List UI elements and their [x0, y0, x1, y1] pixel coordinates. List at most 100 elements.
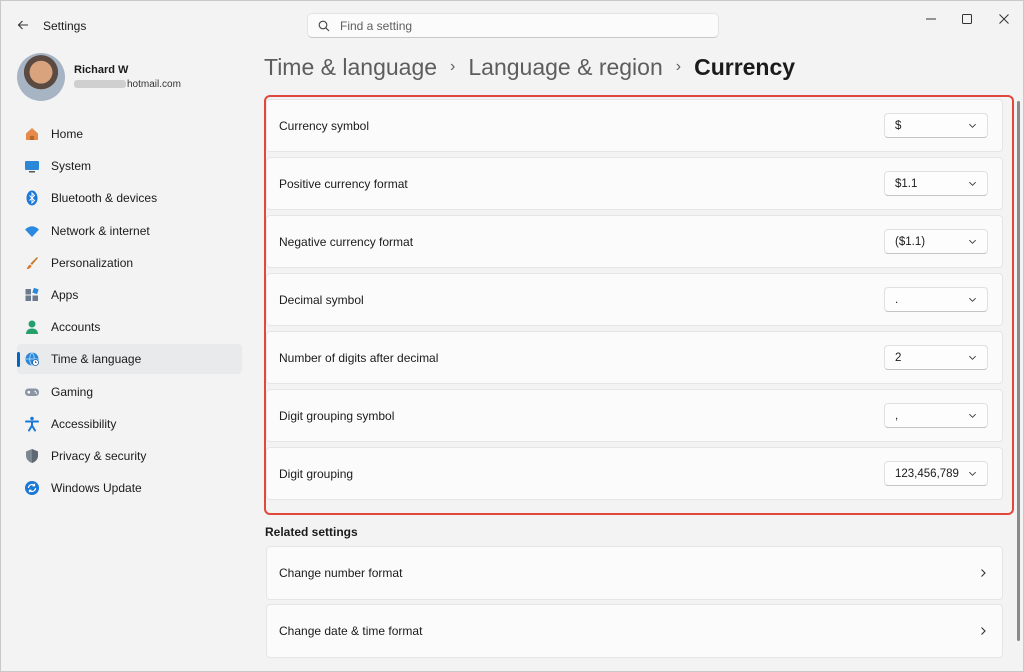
- sidebar-item-label: Privacy & security: [51, 448, 147, 463]
- scrollbar[interactable]: [1017, 101, 1020, 641]
- digit-grouping-dropdown[interactable]: 123,456,789: [884, 461, 988, 486]
- sidebar-item-network[interactable]: Network & internet: [17, 216, 242, 246]
- sidebar-item-time-language[interactable]: Time & language: [17, 344, 242, 375]
- redacted-email-part: [74, 80, 126, 89]
- sidebar-item-personalization[interactable]: Personalization: [17, 248, 242, 278]
- brush-icon: [24, 255, 40, 271]
- sidebar-item-apps[interactable]: Apps: [17, 280, 242, 310]
- dropdown-value: ($1.1): [895, 235, 926, 248]
- digits-after-decimal-dropdown[interactable]: 2: [884, 345, 988, 370]
- chevron-down-icon: [969, 355, 976, 360]
- accessibility-icon: [24, 416, 40, 432]
- back-button[interactable]: [11, 13, 35, 37]
- settings-window: Settings Richard W hotmail.com Home: [0, 0, 1024, 672]
- back-arrow-icon: [17, 20, 28, 30]
- chevron-down-icon: [969, 123, 976, 128]
- dropdown-value: $: [895, 119, 902, 132]
- profile-email-domain: hotmail.com: [127, 79, 181, 90]
- related-change-date-time-format[interactable]: Change date & time format: [266, 604, 1003, 658]
- sidebar-item-label: Accessibility: [51, 416, 117, 431]
- profile-name: Richard W: [74, 64, 129, 76]
- search-icon: [318, 20, 330, 31]
- chevron-down-icon: [969, 471, 976, 476]
- maximize-button[interactable]: [949, 7, 985, 31]
- maximize-icon: [962, 14, 972, 24]
- sidebar-item-label: Network & internet: [51, 223, 150, 238]
- apps-icon: [24, 287, 40, 303]
- setting-label: Decimal symbol: [279, 292, 364, 307]
- sidebar-item-label: System: [51, 159, 92, 174]
- sidebar-item-label: Gaming: [51, 384, 94, 399]
- dropdown-value: 2: [895, 351, 902, 364]
- currency-symbol-dropdown[interactable]: $: [884, 113, 988, 138]
- currency-settings-list: Currency symbol $ Positive currency form…: [266, 99, 1003, 505]
- breadcrumb: Time & language › Language & region › Cu…: [264, 51, 795, 83]
- setting-negative-currency-format: Negative currency format ($1.1): [266, 215, 1003, 268]
- setting-digits-after-decimal: Number of digits after decimal 2: [266, 331, 1003, 384]
- breadcrumb-language-region[interactable]: Language & region: [468, 54, 662, 81]
- sidebar-item-label: Accounts: [51, 320, 101, 335]
- minimize-icon: [926, 18, 936, 20]
- sidebar-item-accounts[interactable]: Accounts: [17, 312, 242, 342]
- globe-clock-icon: [24, 351, 40, 367]
- setting-decimal-symbol: Decimal symbol .: [266, 273, 1003, 326]
- update-icon: [24, 480, 40, 496]
- breadcrumb-time-language[interactable]: Time & language: [264, 54, 437, 81]
- chevron-right-icon: ›: [675, 58, 682, 75]
- person-icon: [24, 319, 40, 335]
- sidebar-item-label: Time & language: [51, 352, 142, 367]
- chevron-right-icon: ›: [450, 58, 456, 75]
- related-settings-heading: Related settings: [265, 525, 358, 539]
- dropdown-value: $1.1: [895, 177, 918, 190]
- related-change-number-format[interactable]: Change number format: [266, 546, 1003, 600]
- minimize-button[interactable]: [913, 7, 949, 31]
- sidebar-item-privacy[interactable]: Privacy & security: [17, 441, 242, 471]
- setting-label: Positive currency format: [279, 176, 408, 191]
- system-icon: [24, 158, 40, 174]
- digit-grouping-symbol-dropdown[interactable]: ,: [884, 403, 988, 428]
- sidebar-item-label: Personalization: [51, 255, 134, 270]
- app-title: Settings: [43, 19, 87, 33]
- gamepad-icon: [24, 384, 40, 400]
- close-icon: [999, 14, 1009, 24]
- close-button[interactable]: [986, 7, 1022, 31]
- decimal-symbol-dropdown[interactable]: .: [884, 287, 988, 312]
- search-box[interactable]: [307, 13, 719, 38]
- chevron-down-icon: [969, 239, 976, 244]
- sidebar-item-gaming[interactable]: Gaming: [17, 377, 242, 407]
- related-settings-list: Change number format Change date & time …: [266, 546, 1003, 662]
- sidebar-item-label: Home: [51, 127, 84, 141]
- dropdown-value: .: [895, 293, 899, 306]
- wifi-icon: [24, 223, 40, 239]
- search-input[interactable]: [340, 18, 700, 33]
- page-title: Currency: [694, 53, 796, 80]
- setting-label: Number of digits after decimal: [279, 350, 439, 365]
- setting-digit-grouping-symbol: Digit grouping symbol ,: [266, 389, 1003, 442]
- chevron-right-icon: [981, 627, 986, 635]
- home-icon: [24, 126, 40, 142]
- profile-email: hotmail.com: [74, 79, 181, 90]
- chevron-down-icon: [969, 413, 976, 418]
- title-bar: Settings: [1, 1, 1023, 49]
- sidebar-item-system[interactable]: System: [17, 151, 242, 181]
- sidebar-item-label: Bluetooth & devices: [51, 191, 158, 206]
- related-label: Change number format: [279, 566, 403, 580]
- setting-digit-grouping: Digit grouping 123,456,789: [266, 447, 1003, 500]
- negative-currency-format-dropdown[interactable]: ($1.1): [884, 229, 988, 254]
- sidebar-item-accessibility[interactable]: Accessibility: [17, 409, 242, 439]
- sidebar-item-label: Windows Update: [51, 481, 142, 496]
- positive-currency-format-dropdown[interactable]: $1.1: [884, 171, 988, 196]
- chevron-right-icon: [981, 569, 986, 577]
- sidebar-item-windows-update[interactable]: Windows Update: [17, 473, 242, 503]
- setting-label: Digit grouping symbol: [279, 408, 395, 423]
- shield-icon: [24, 448, 40, 464]
- avatar: [17, 53, 65, 101]
- dropdown-value: ,: [895, 409, 899, 422]
- sidebar-item-bluetooth[interactable]: Bluetooth & devices: [17, 183, 242, 213]
- chevron-down-icon: [969, 181, 976, 186]
- setting-positive-currency-format: Positive currency format $1.1: [266, 157, 1003, 210]
- sidebar-item-home[interactable]: Home: [17, 119, 242, 149]
- related-label: Change date & time format: [279, 624, 423, 638]
- setting-currency-symbol: Currency symbol $: [266, 99, 1003, 152]
- setting-label: Negative currency format: [279, 234, 414, 249]
